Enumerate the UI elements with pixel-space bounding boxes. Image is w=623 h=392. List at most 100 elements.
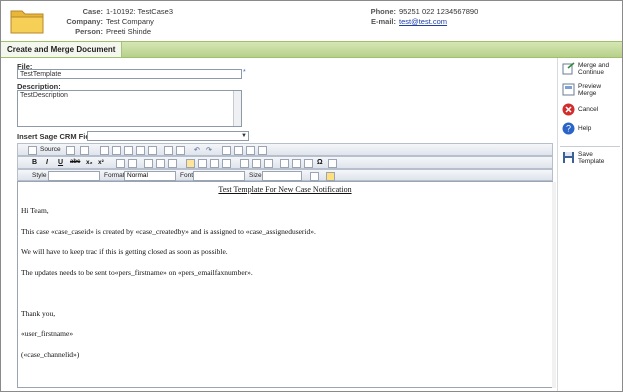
cancel-label: Cancel bbox=[578, 106, 599, 113]
link-icon[interactable] bbox=[240, 159, 249, 168]
help-icon: ? bbox=[562, 122, 575, 135]
paste-word-icon[interactable] bbox=[148, 146, 157, 155]
print-icon[interactable] bbox=[164, 146, 173, 155]
insert-field-label: Insert Sage CRM Field bbox=[17, 132, 97, 141]
bulleted-list-icon[interactable] bbox=[128, 159, 137, 168]
preview-merge-button[interactable]: Preview Merge bbox=[562, 83, 620, 97]
doc-line-updates: The updates needs to be sent to«pers_fir… bbox=[21, 268, 253, 277]
new-page-icon[interactable] bbox=[66, 146, 75, 155]
phone-label: Phone: bbox=[370, 7, 396, 16]
action-divider bbox=[560, 146, 620, 147]
undo-icon[interactable]: ↶ bbox=[194, 146, 200, 154]
font-label: Font bbox=[180, 172, 194, 179]
table-icon[interactable] bbox=[292, 159, 301, 168]
merge-continue-label: Merge and Continue bbox=[578, 62, 610, 76]
special-char-button[interactable]: Ω bbox=[317, 159, 323, 166]
cancel-button[interactable]: Cancel bbox=[562, 103, 620, 116]
file-input[interactable]: TestTemplate bbox=[17, 69, 242, 79]
text-color-icon[interactable] bbox=[310, 172, 319, 181]
source-icon[interactable] bbox=[28, 146, 37, 155]
description-scrollbar[interactable] bbox=[233, 91, 241, 126]
strikethrough-button[interactable]: abc bbox=[70, 159, 80, 165]
doc-line-thanks: Thank you, bbox=[21, 309, 56, 318]
outdent-icon[interactable] bbox=[144, 159, 153, 168]
spellcheck-icon[interactable] bbox=[176, 146, 185, 155]
phone-value: 95251 022 1234567890 bbox=[399, 7, 479, 16]
save-icon bbox=[563, 152, 574, 163]
preview-icon bbox=[562, 83, 575, 96]
image-icon[interactable] bbox=[280, 159, 289, 168]
description-text: TestDescription bbox=[20, 92, 68, 99]
size-select[interactable] bbox=[262, 171, 302, 181]
email-link[interactable]: test@test.com bbox=[399, 17, 447, 26]
align-left-icon[interactable] bbox=[186, 159, 195, 168]
superscript-button[interactable]: x² bbox=[98, 159, 104, 166]
unlink-icon[interactable] bbox=[252, 159, 261, 168]
doc-line-channel: («case_channelid») bbox=[21, 350, 80, 359]
tab-band: Create and Merge Document bbox=[1, 41, 622, 58]
svg-text:?: ? bbox=[566, 124, 571, 134]
align-center-icon[interactable] bbox=[198, 159, 207, 168]
insert-field-select[interactable]: ▼ bbox=[87, 131, 249, 141]
merge-icon bbox=[562, 62, 575, 75]
help-button[interactable]: ? Help bbox=[562, 122, 620, 135]
font-select[interactable] bbox=[193, 171, 245, 181]
format-select[interactable]: Normal bbox=[124, 171, 176, 181]
copy-icon[interactable] bbox=[112, 146, 121, 155]
replace-icon[interactable] bbox=[234, 146, 243, 155]
anchor-icon[interactable] bbox=[264, 159, 273, 168]
save-template-label: Save Template bbox=[578, 151, 605, 165]
underline-button[interactable]: U bbox=[58, 159, 63, 166]
redo-icon[interactable]: ↷ bbox=[206, 146, 212, 154]
tab-create-merge[interactable]: Create and Merge Document bbox=[1, 42, 123, 57]
select-all-icon[interactable] bbox=[246, 146, 255, 155]
case-header: Case: 1-10192: TestCase3 Company: Test C… bbox=[1, 1, 622, 41]
cancel-icon bbox=[562, 103, 575, 116]
style-label: Style bbox=[32, 172, 47, 179]
indent-icon[interactable] bbox=[156, 159, 165, 168]
size-label: Size bbox=[249, 172, 262, 179]
doc-line-case: This case «case_caseid» is created by «c… bbox=[21, 227, 316, 236]
window-frame: Case: 1-10192: TestCase3 Company: Test C… bbox=[0, 0, 623, 392]
person-label: Person: bbox=[75, 27, 103, 36]
paste-text-icon[interactable] bbox=[136, 146, 145, 155]
style-select[interactable] bbox=[48, 171, 100, 181]
doc-line-user: «user_firstname» bbox=[21, 329, 74, 338]
editor-toolbar-row-2: B I U abc x₂ x² Ω bbox=[17, 156, 553, 169]
required-marker: * bbox=[243, 69, 246, 76]
align-justify-icon[interactable] bbox=[222, 159, 231, 168]
case-label: Case: bbox=[82, 7, 103, 16]
editor-scrollbar[interactable] bbox=[552, 182, 556, 388]
background-color-icon[interactable] bbox=[326, 172, 335, 181]
doc-line-track: We will have to keep trac if this is get… bbox=[21, 247, 228, 256]
document-editor[interactable]: Test Template For New Case Notification … bbox=[17, 181, 553, 388]
italic-button[interactable]: I bbox=[46, 159, 48, 166]
subscript-button[interactable]: x₂ bbox=[86, 159, 93, 166]
page-break-icon[interactable] bbox=[328, 159, 337, 168]
merge-continue-button[interactable]: Merge and Continue bbox=[562, 62, 620, 76]
paste-icon[interactable] bbox=[124, 146, 133, 155]
remove-format-icon[interactable] bbox=[258, 146, 267, 155]
document-title: Test Template For New Case Notification bbox=[218, 185, 352, 194]
format-value: Normal bbox=[127, 172, 148, 179]
action-panel: Merge and Continue Preview Merge Cancel … bbox=[557, 58, 622, 391]
cut-icon[interactable] bbox=[100, 146, 109, 155]
format-label: Format bbox=[104, 172, 125, 179]
email-label: E-mail: bbox=[370, 17, 396, 26]
find-icon[interactable] bbox=[222, 146, 231, 155]
case-value: 1-10192: TestCase3 bbox=[106, 7, 173, 16]
horizontal-rule-icon[interactable] bbox=[304, 159, 313, 168]
source-button[interactable]: Source bbox=[40, 146, 61, 153]
align-right-icon[interactable] bbox=[210, 159, 219, 168]
editor-toolbar-row-3: Style Format Normal Font Size bbox=[17, 169, 553, 181]
save-template-button[interactable]: Save Template bbox=[562, 151, 620, 165]
description-textarea[interactable]: TestDescription bbox=[17, 90, 242, 127]
company-label: Company: bbox=[66, 17, 103, 26]
numbered-list-icon[interactable] bbox=[116, 159, 125, 168]
person-value: Preeti Shinde bbox=[106, 27, 152, 36]
blockquote-icon[interactable] bbox=[168, 159, 177, 168]
doc-line-greeting: Hi Team, bbox=[21, 206, 49, 215]
preview-merge-label: Preview Merge bbox=[578, 83, 602, 97]
bold-button[interactable]: B bbox=[32, 159, 37, 166]
template-icon[interactable] bbox=[80, 146, 89, 155]
